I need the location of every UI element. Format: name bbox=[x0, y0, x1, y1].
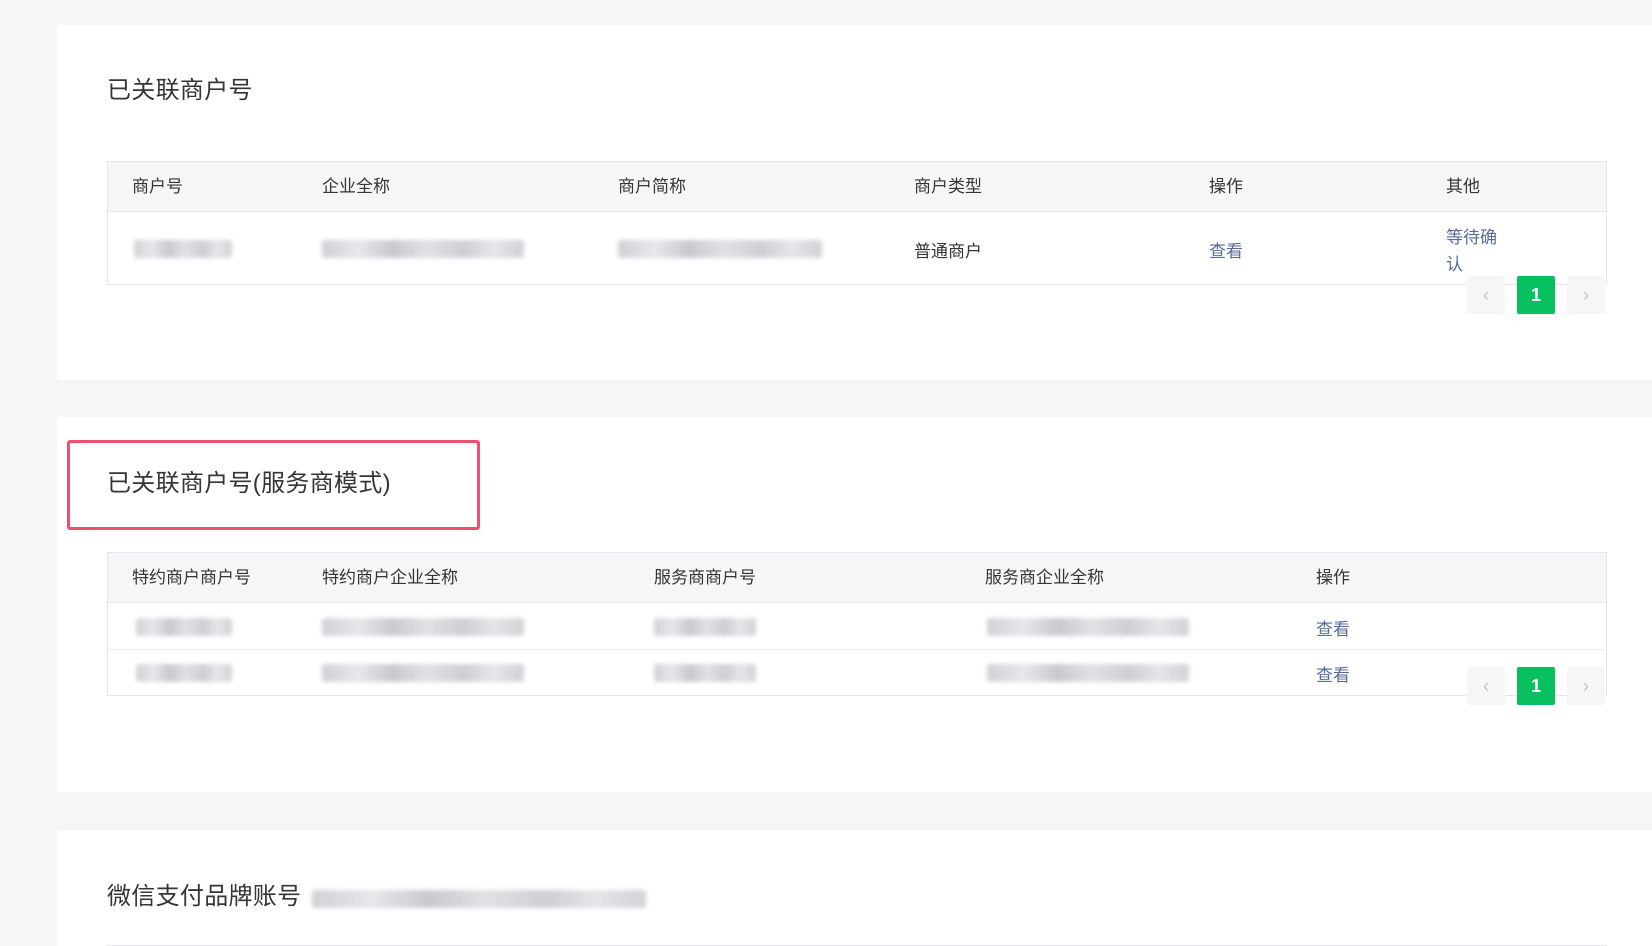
brand-account-card: 微信支付品牌账号 bbox=[57, 830, 1652, 946]
blurred-provider-company bbox=[987, 618, 1189, 636]
service-provider-table: 特约商户商户号 特约商户企业全称 服务商商户号 服务商企业全称 操作 查看 查看 bbox=[107, 552, 1607, 696]
linked-merchants-card: 已关联商户号 商户号 企业全称 商户简称 商户类型 操作 其他 普通商户 查看 … bbox=[57, 25, 1652, 380]
page-1-button[interactable]: 1 bbox=[1517, 667, 1555, 705]
blurred-sub-merchant-id bbox=[136, 618, 232, 636]
linked-merchants-title: 已关联商户号 bbox=[107, 77, 253, 104]
column-header-merchant-type: 商户类型 bbox=[914, 177, 982, 196]
linked-merchants-table: 商户号 企业全称 商户简称 商户类型 操作 其他 普通商户 查看 等待确认 bbox=[107, 161, 1607, 285]
next-page-button[interactable]: › bbox=[1567, 276, 1605, 314]
column-header-action: 操作 bbox=[1316, 568, 1350, 587]
table-row: 普通商户 查看 等待确认 bbox=[108, 212, 1606, 284]
column-header-short-name: 商户简称 bbox=[618, 177, 686, 196]
pagination: ‹ 1 › bbox=[1455, 667, 1605, 705]
column-header-company-name: 企业全称 bbox=[322, 177, 390, 196]
column-header-provider-merchant-id: 服务商商户号 bbox=[654, 568, 756, 587]
view-link[interactable]: 查看 bbox=[1316, 661, 1350, 686]
blurred-sub-merchant-company bbox=[322, 664, 524, 682]
prev-page-button[interactable]: ‹ bbox=[1467, 667, 1505, 705]
view-link[interactable]: 查看 bbox=[1209, 237, 1243, 262]
column-header-merchant-id: 商户号 bbox=[132, 177, 183, 196]
table-row: 查看 bbox=[108, 603, 1606, 650]
service-provider-mode-card: 已关联商户号(服务商模式) 特约商户商户号 特约商户企业全称 服务商商户号 服务… bbox=[57, 417, 1652, 792]
pagination: ‹ 1 › bbox=[1455, 276, 1605, 314]
blurred-sub-merchant-company bbox=[322, 618, 524, 636]
blurred-provider-company bbox=[987, 664, 1189, 682]
column-header-action: 操作 bbox=[1209, 177, 1243, 196]
table-row: 查看 bbox=[108, 650, 1606, 695]
blurred-company-name bbox=[322, 240, 524, 258]
blurred-provider-merchant-id bbox=[654, 664, 756, 682]
service-provider-mode-title: 已关联商户号(服务商模式) bbox=[107, 470, 391, 497]
prev-page-button[interactable]: ‹ bbox=[1467, 276, 1505, 314]
blurred-provider-merchant-id bbox=[654, 618, 756, 636]
table-header: 商户号 企业全称 商户简称 商户类型 操作 其他 bbox=[108, 162, 1606, 212]
column-header-sub-merchant-company: 特约商户企业全称 bbox=[322, 568, 458, 587]
pending-confirm-link[interactable]: 等待确认 bbox=[1446, 224, 1506, 278]
brand-account-title: 微信支付品牌账号 bbox=[107, 883, 302, 910]
column-header-sub-merchant-id: 特约商户商户号 bbox=[132, 568, 251, 587]
column-header-provider-company: 服务商企业全称 bbox=[985, 568, 1104, 587]
table-header: 特约商户商户号 特约商户企业全称 服务商商户号 服务商企业全称 操作 bbox=[108, 553, 1606, 603]
blurred-merchant-id bbox=[134, 240, 232, 258]
blurred-sub-merchant-id bbox=[136, 664, 232, 682]
column-header-other: 其他 bbox=[1446, 177, 1480, 196]
blurred-brand-account-id bbox=[312, 890, 646, 908]
page-1-button[interactable]: 1 bbox=[1517, 276, 1555, 314]
view-link[interactable]: 查看 bbox=[1316, 615, 1350, 640]
next-page-button[interactable]: › bbox=[1567, 667, 1605, 705]
merchant-type-value: 普通商户 bbox=[914, 242, 982, 261]
blurred-short-name bbox=[618, 240, 822, 258]
